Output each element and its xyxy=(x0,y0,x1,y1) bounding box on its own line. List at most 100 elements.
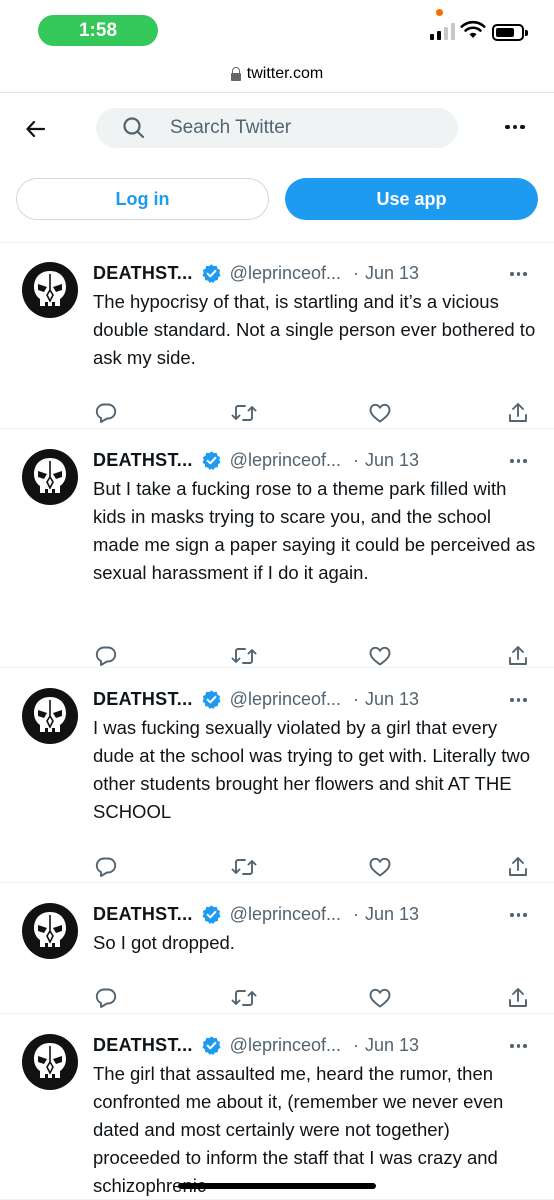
separator: · xyxy=(353,903,359,924)
tweet-date[interactable]: Jun 13 xyxy=(365,904,419,925)
tweet-header: DEATHST... @leprinceof... · Jun 13 xyxy=(93,261,533,285)
wifi-icon xyxy=(460,20,486,45)
heart-icon xyxy=(369,857,391,877)
separator: · xyxy=(353,262,359,283)
tweet-date[interactable]: Jun 13 xyxy=(365,450,419,471)
skull-logo-icon xyxy=(34,912,66,947)
reply-button[interactable] xyxy=(92,854,120,880)
reply-button[interactable] xyxy=(92,400,120,426)
retweet-button[interactable] xyxy=(230,854,258,880)
verified-badge-icon xyxy=(201,904,222,925)
like-button[interactable] xyxy=(366,643,394,669)
tweet[interactable]: DEATHST... @leprinceof... · Jun 13 The h… xyxy=(0,243,554,429)
skull-logo-icon xyxy=(34,1043,66,1078)
tweet[interactable]: DEATHST... @leprinceof... · Jun 13 But I… xyxy=(0,430,554,668)
author-handle[interactable]: @leprinceof... xyxy=(230,689,341,710)
avatar[interactable] xyxy=(22,1034,78,1090)
tweet-date[interactable]: Jun 13 xyxy=(365,263,419,284)
tweet-header: DEATHST... @leprinceof... · Jun 13 xyxy=(93,687,533,711)
tweet-text: The hypocrisy of that, is startling and … xyxy=(93,291,536,368)
tweet-text: The girl that assaulted me, heard the ru… xyxy=(93,1063,504,1196)
separator: · xyxy=(353,688,359,709)
like-button[interactable] xyxy=(366,854,394,880)
author-handle[interactable]: @leprinceof... xyxy=(230,904,341,925)
tweet-actions xyxy=(92,854,534,880)
tweet-more-button[interactable] xyxy=(510,271,530,277)
verified-badge-icon xyxy=(201,263,222,284)
tweet[interactable]: DEATHST... @leprinceof... · Jun 13 So I … xyxy=(0,884,554,1014)
author-handle[interactable]: @leprinceof... xyxy=(230,1035,341,1056)
battery-icon xyxy=(492,24,528,41)
skull-logo-icon xyxy=(34,697,66,732)
like-button[interactable] xyxy=(366,985,394,1011)
status-bar: 1:58 xyxy=(0,0,554,56)
verified-badge-icon xyxy=(201,1035,222,1056)
separator: · xyxy=(353,449,359,470)
author-name[interactable]: DEATHST... xyxy=(93,904,193,925)
tweet[interactable]: DEATHST... @leprinceof... · Jun 13 The g… xyxy=(0,1015,554,1200)
tweet-text: I was fucking sexually violated by a gir… xyxy=(93,717,531,822)
signal-icon xyxy=(430,22,455,40)
author-name[interactable]: DEATHST... xyxy=(93,263,193,284)
tweet-text: So I got dropped. xyxy=(93,932,235,953)
more-options-button[interactable] xyxy=(500,117,530,137)
avatar[interactable] xyxy=(22,449,78,505)
tweet[interactable]: DEATHST... @leprinceof... · Jun 13 I was… xyxy=(0,669,554,883)
retweet-button[interactable] xyxy=(230,985,258,1011)
tweet-header: DEATHST... @leprinceof... · Jun 13 xyxy=(93,902,533,926)
search-input[interactable] xyxy=(170,117,430,139)
verified-badge-icon xyxy=(201,450,222,471)
search-box[interactable] xyxy=(96,108,458,148)
tweet-date[interactable]: Jun 13 xyxy=(365,1035,419,1056)
tweet-more-button[interactable] xyxy=(510,697,530,703)
author-name[interactable]: DEATHST... xyxy=(93,450,193,471)
tweet-actions xyxy=(92,985,534,1011)
author-handle[interactable]: @leprinceof... xyxy=(230,450,341,471)
tweet-header: DEATHST... @leprinceof... · Jun 13 xyxy=(93,1033,533,1057)
author-handle[interactable]: @leprinceof... xyxy=(230,263,341,284)
share-button[interactable] xyxy=(504,985,532,1011)
tweet-more-button[interactable] xyxy=(510,912,530,918)
use-app-button[interactable]: Use app xyxy=(285,178,538,220)
reply-icon xyxy=(95,857,117,877)
share-button[interactable] xyxy=(504,854,532,880)
retweet-button[interactable] xyxy=(230,400,258,426)
tweet-text: But I take a fucking rose to a theme par… xyxy=(93,478,536,583)
avatar[interactable] xyxy=(22,903,78,959)
retweet-icon xyxy=(231,990,257,1006)
home-indicator xyxy=(178,1183,376,1189)
tweet-more-button[interactable] xyxy=(510,1043,530,1049)
share-button[interactable] xyxy=(504,400,532,426)
like-button[interactable] xyxy=(366,400,394,426)
author-name[interactable]: DEATHST... xyxy=(93,689,193,710)
tweet-header: DEATHST... @leprinceof... · Jun 13 xyxy=(93,448,533,472)
tweet-more-button[interactable] xyxy=(510,458,530,464)
retweet-icon xyxy=(231,648,257,664)
author-name[interactable]: DEATHST... xyxy=(93,1035,193,1056)
log-in-button[interactable]: Log in xyxy=(16,178,269,220)
address-bar[interactable]: twitter.com xyxy=(0,56,554,92)
top-bar xyxy=(0,93,554,165)
skull-logo-icon xyxy=(34,458,66,493)
verified-badge-icon xyxy=(201,689,222,710)
reply-icon xyxy=(95,403,117,423)
lock-icon xyxy=(230,67,241,81)
privacy-indicator-icon xyxy=(436,9,443,16)
heart-icon xyxy=(369,403,391,423)
status-time: 1:58 xyxy=(38,15,158,46)
reply-button[interactable] xyxy=(92,643,120,669)
tweet-date[interactable]: Jun 13 xyxy=(365,689,419,710)
auth-buttons: Log in Use app xyxy=(16,178,538,220)
reply-button[interactable] xyxy=(92,985,120,1011)
retweet-icon xyxy=(231,859,257,875)
back-button[interactable] xyxy=(20,113,52,145)
tweet-actions xyxy=(92,643,534,669)
retweet-button[interactable] xyxy=(230,643,258,669)
arrow-left-icon xyxy=(26,120,46,138)
tweet-actions xyxy=(92,400,534,426)
share-button[interactable] xyxy=(504,643,532,669)
avatar[interactable] xyxy=(22,262,78,318)
avatar[interactable] xyxy=(22,688,78,744)
share-icon xyxy=(509,403,527,422)
separator: · xyxy=(353,1034,359,1055)
